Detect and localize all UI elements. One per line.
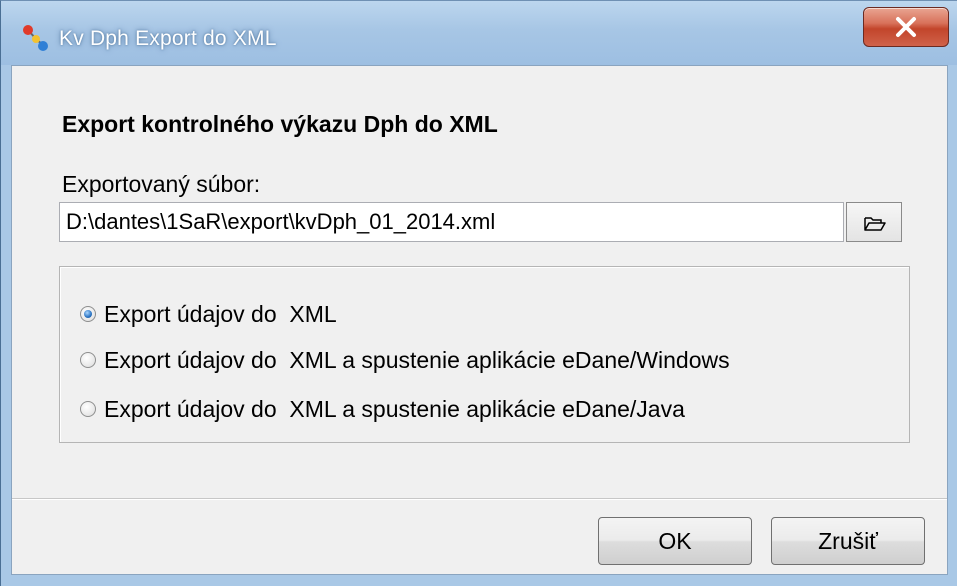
cancel-button[interactable]: Zrušiť xyxy=(771,517,925,565)
radio-button[interactable] xyxy=(80,401,96,417)
open-folder-icon xyxy=(864,217,886,231)
option-export-xml-edane-windows[interactable]: Export údajov do XML a spustenie aplikác… xyxy=(80,345,730,375)
radio-button[interactable] xyxy=(80,352,96,368)
file-path-input[interactable] xyxy=(59,202,844,242)
file-label: Exportovaný súbor: xyxy=(62,171,261,197)
dialog-window: Kv Dph Export do XML Export kontrolného … xyxy=(0,0,957,586)
option-export-xml[interactable]: Export údajov do XML xyxy=(80,299,337,329)
export-options-group: Export údajov do XML Export údajov do XM… xyxy=(59,266,910,443)
option-label: Export údajov do XML a spustenie aplikác… xyxy=(104,395,685,422)
browse-button[interactable] xyxy=(846,202,902,242)
dialog-heading: Export kontrolného výkazu Dph do XML xyxy=(62,111,498,137)
molecule-icon xyxy=(21,23,51,53)
option-export-xml-edane-java[interactable]: Export údajov do XML a spustenie aplikác… xyxy=(80,394,685,424)
close-icon xyxy=(896,17,916,37)
ok-button[interactable]: OK xyxy=(598,517,752,565)
title-bar[interactable]: Kv Dph Export do XML xyxy=(1,1,957,65)
option-label: Export údajov do XML a spustenie aplikác… xyxy=(104,346,730,373)
dialog-client-area: Export kontrolného výkazu Dph do XML Exp… xyxy=(11,65,948,575)
close-button[interactable] xyxy=(863,7,949,47)
option-label: Export údajov do XML xyxy=(104,300,337,327)
radio-button-selected[interactable] xyxy=(80,306,96,322)
window-title: Kv Dph Export do XML xyxy=(59,27,277,50)
footer-divider xyxy=(12,498,947,500)
